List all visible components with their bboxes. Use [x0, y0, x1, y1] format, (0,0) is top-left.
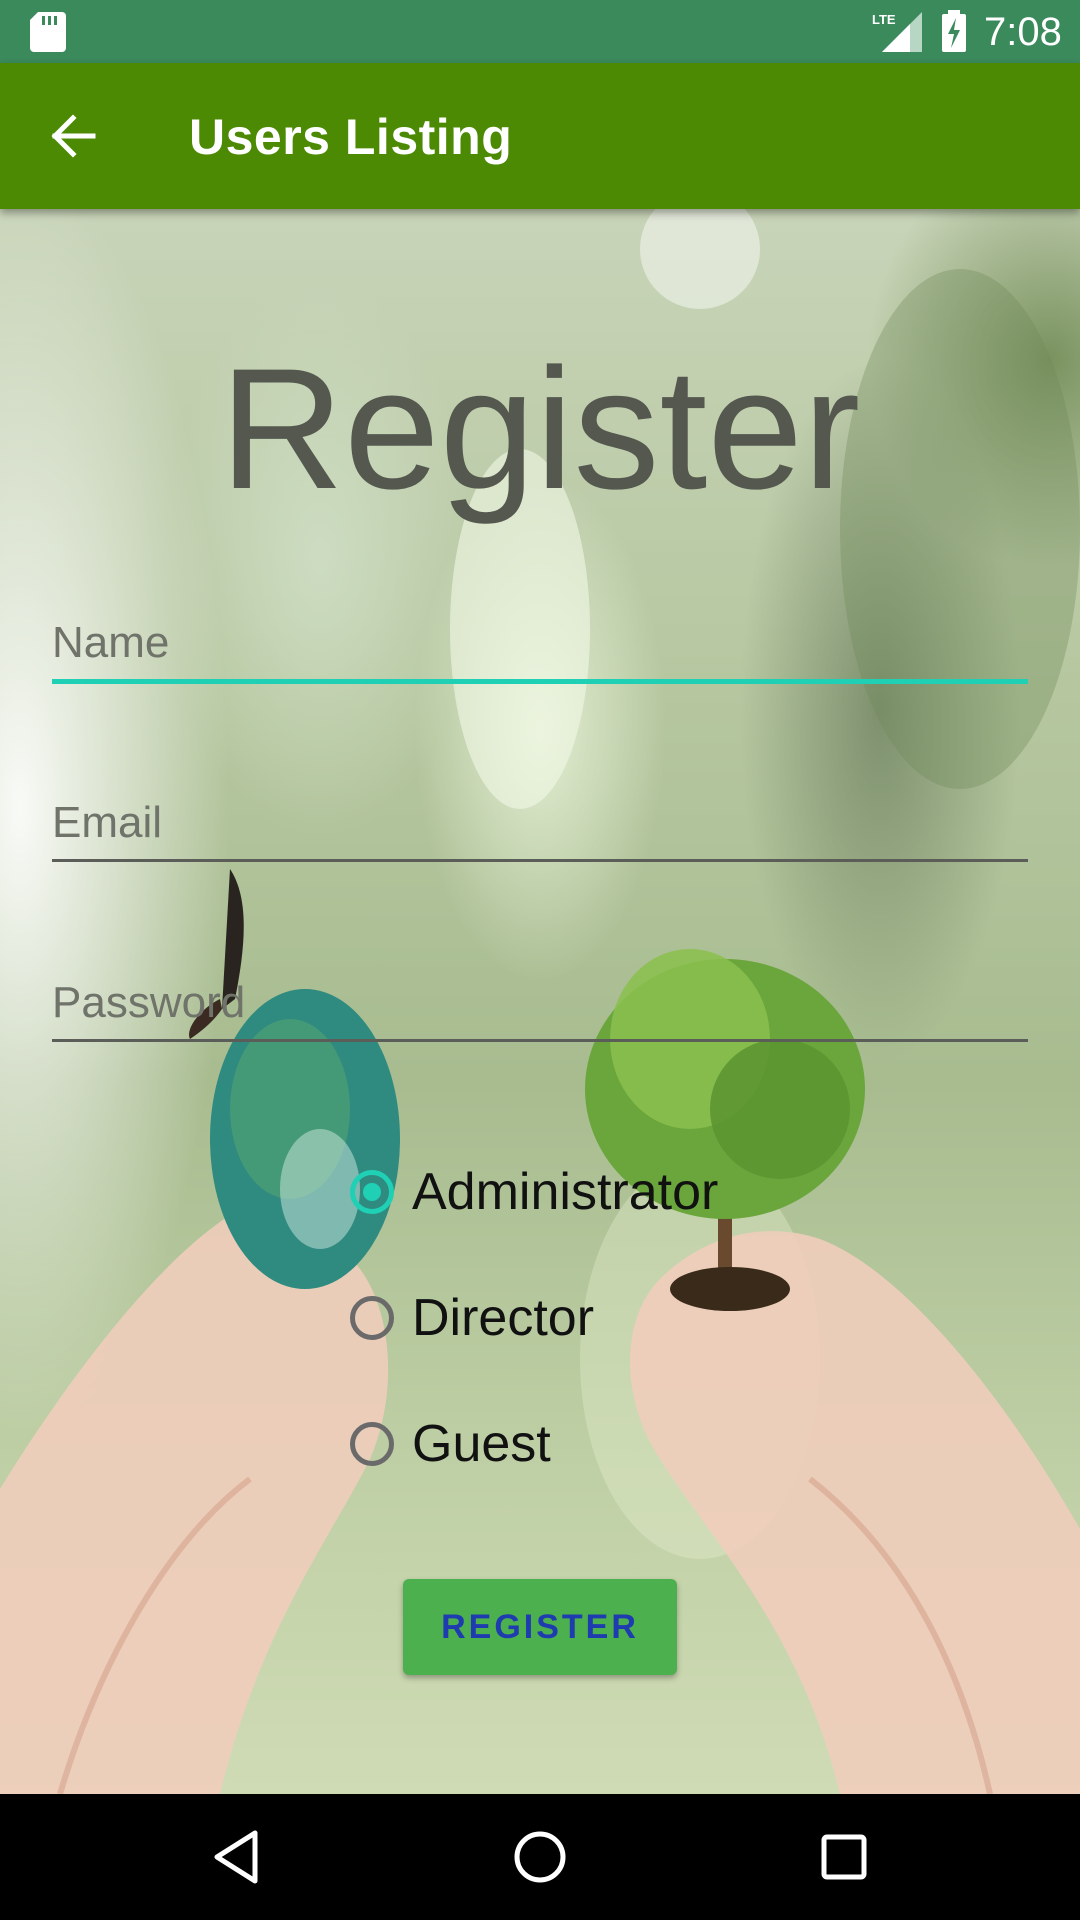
app-bar: Users Listing: [0, 63, 1080, 209]
nav-back-button[interactable]: [191, 1814, 281, 1900]
radio-label: Director: [412, 1289, 595, 1347]
back-button[interactable]: [36, 103, 110, 169]
sd-card-icon: [30, 12, 66, 52]
password-input[interactable]: [52, 967, 1028, 1039]
radio-label: Guest: [412, 1415, 551, 1473]
password-underline: [52, 1039, 1028, 1042]
status-clock: 7:08: [984, 10, 1062, 54]
name-input[interactable]: [52, 607, 1028, 679]
arrow-left-icon: [51, 114, 96, 158]
app-bar-title: Users Listing: [189, 109, 513, 165]
status-bar: LTE 7:08: [0, 0, 1080, 63]
email-field: [52, 787, 1028, 867]
name-underline: [52, 679, 1028, 684]
recents-square-icon: [821, 1834, 867, 1880]
radio-guest[interactable]: Guest: [350, 1409, 551, 1479]
app-screen: LTE 7:08 Users Listing Register Name Ema…: [0, 0, 1080, 1920]
name-field: [52, 607, 1028, 687]
radio-checked-icon[interactable]: [350, 1170, 394, 1214]
nav-recents-button[interactable]: [799, 1814, 889, 1900]
system-nav-bar: [0, 1794, 1080, 1920]
register-button[interactable]: REGISTER: [403, 1579, 677, 1675]
radio-director[interactable]: Director: [350, 1283, 594, 1353]
email-underline: [52, 859, 1028, 862]
nav-home-button[interactable]: [495, 1814, 585, 1900]
svg-text:LTE: LTE: [872, 12, 896, 27]
password-field: [52, 967, 1028, 1047]
lte-signal-icon: LTE: [872, 12, 922, 52]
battery-charging-icon: [942, 10, 966, 52]
radio-unchecked-icon[interactable]: [350, 1296, 394, 1340]
register-form: Register Administrator Director Guest RE…: [0, 209, 1080, 1794]
email-input[interactable]: [52, 787, 1028, 859]
back-triangle-icon: [214, 1830, 258, 1884]
radio-unchecked-icon[interactable]: [350, 1422, 394, 1466]
radio-administrator[interactable]: Administrator: [350, 1157, 718, 1227]
home-circle-icon: [514, 1831, 566, 1883]
form-heading: Register: [219, 333, 861, 525]
radio-label: Administrator: [412, 1163, 719, 1221]
